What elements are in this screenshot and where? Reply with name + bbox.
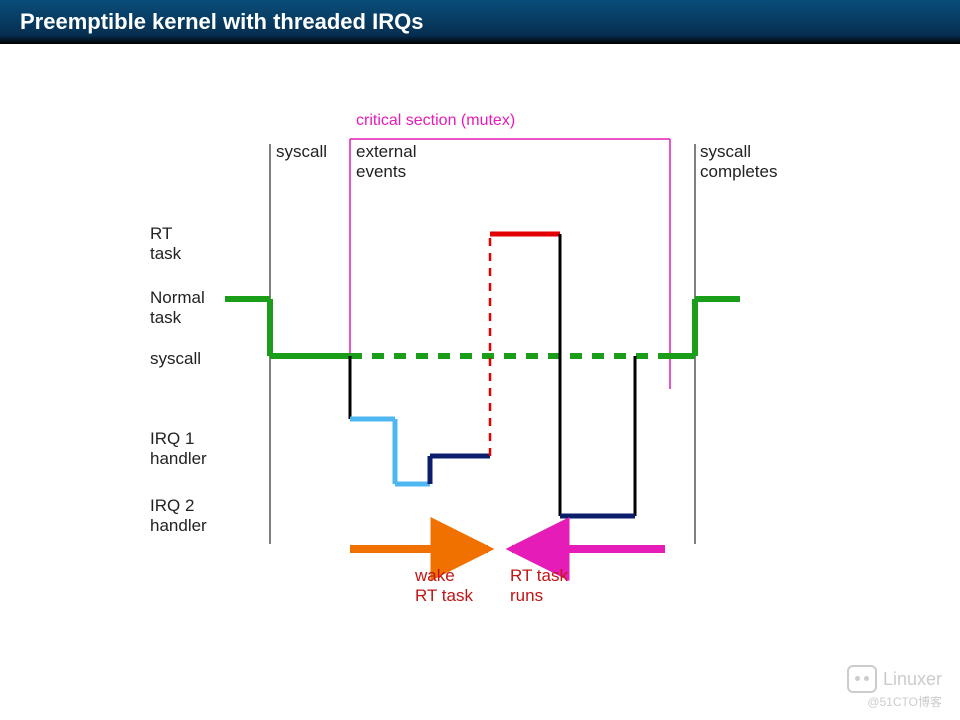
watermark-sub: @51CTO博客 (847, 693, 942, 710)
wake-label: wake RT task (415, 566, 473, 605)
page: Preemptible kernel with threaded IRQs RT… (0, 0, 960, 720)
slide-title: Preemptible kernel with threaded IRQs (20, 9, 423, 35)
diagram: RT task Normal task syscall IRQ 1 handle… (0, 44, 960, 720)
runs-label: RT task runs (510, 566, 568, 605)
watermark-name: Linuxer (883, 669, 942, 690)
guide-lines (270, 144, 695, 544)
slide-header: Preemptible kernel with threaded IRQs (0, 0, 960, 44)
watermark: Linuxer @51CTO博客 (847, 665, 942, 710)
green-tracks (225, 299, 740, 356)
wechat-icon (847, 665, 877, 693)
black-trace-2 (560, 234, 635, 516)
critical-section-bracket (350, 139, 670, 389)
timeline-svg (0, 124, 960, 684)
irq1-threaded (430, 456, 490, 484)
irq-tophalf (350, 419, 430, 484)
